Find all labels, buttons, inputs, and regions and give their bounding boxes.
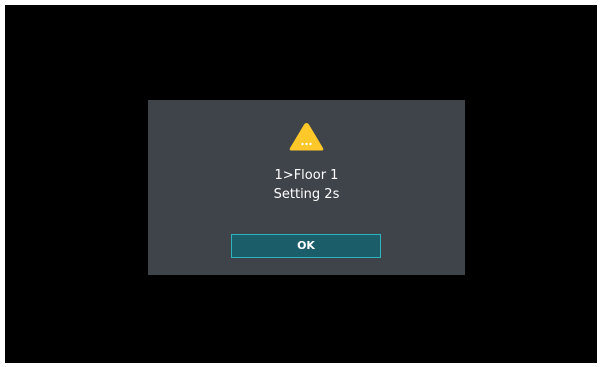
- ok-button[interactable]: OK: [231, 234, 381, 258]
- warning-triangle-icon: [288, 121, 325, 152]
- message-line-setting: Setting 2s: [273, 187, 340, 202]
- alert-dialog: 1>Floor 1 Setting 2s OK: [148, 100, 465, 275]
- message-line-floor: 1>Floor 1: [274, 168, 339, 183]
- screen-background: 1>Floor 1 Setting 2s OK: [5, 5, 597, 363]
